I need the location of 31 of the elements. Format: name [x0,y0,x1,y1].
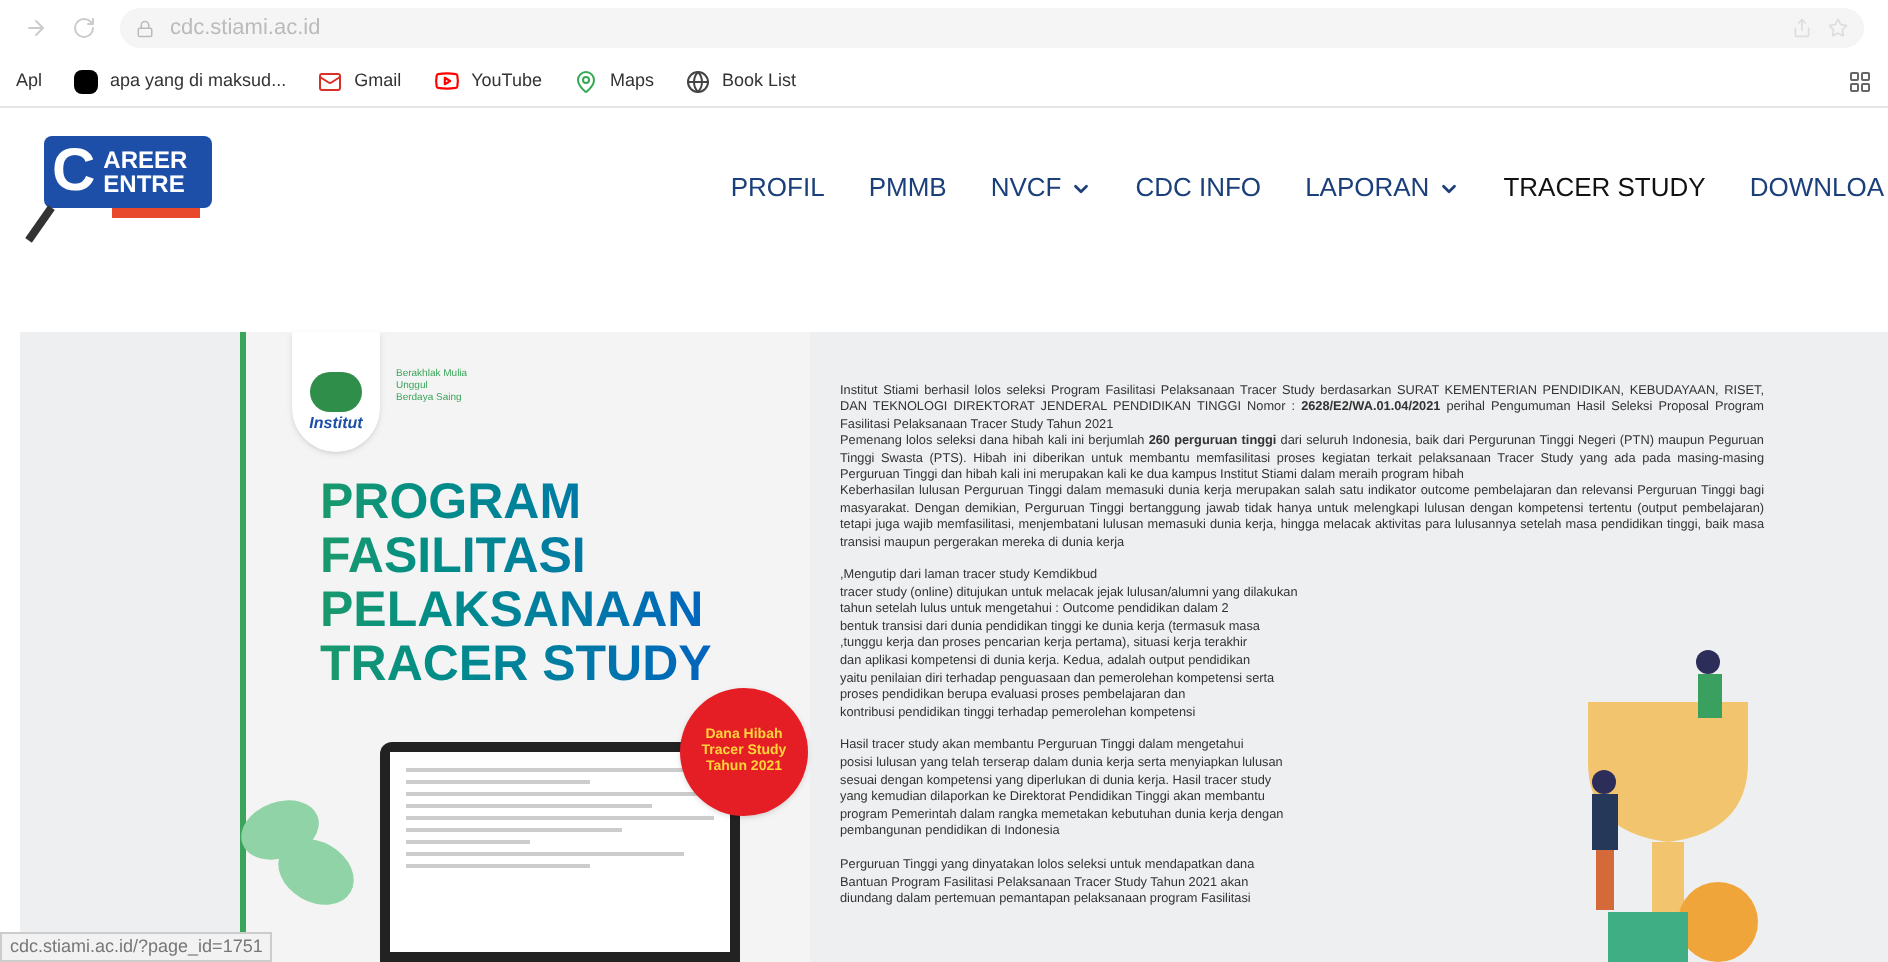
forward-icon[interactable] [24,16,48,40]
nav-link[interactable]: TRACER STUDY [1503,168,1706,208]
globe-icon [685,69,710,93]
bookmark-link[interactable]: YouTube [433,67,542,95]
logo-letter: C [52,142,96,202]
url-text: cdc.stiami.ac.id [170,13,321,44]
bookmark-link[interactable]: Gmail [318,67,402,95]
mail-icon [318,69,343,93]
nav-link[interactable]: LAPORAN [1305,168,1460,208]
page-icon [74,69,99,93]
bookmark-link[interactable]: apa yang di maksud... [74,67,287,95]
lock-icon [136,19,154,37]
play-icon [433,68,460,94]
star-icon[interactable] [1828,18,1848,38]
share-icon[interactable] [1792,18,1812,38]
nav-link[interactable]: CDC INFO [1135,168,1262,208]
logo-text: AREER [103,148,188,172]
globe-emblem-icon [310,372,362,412]
institute-logo-text: Institut [309,412,363,436]
nav-link[interactable]: PROFIL [730,168,825,208]
bookmark-link[interactable]: Book List [685,67,797,95]
reload-icon[interactable] [72,16,96,40]
bookmark-link[interactable]: Apl [16,67,43,95]
status-bar-url: cdc.stiami.ac.id/?page_id=1751 [0,931,273,962]
nav-link[interactable]: NVCF [990,168,1092,208]
nav-link[interactable]: PMMB [868,168,947,208]
bookmark-link[interactable]: Maps [573,67,654,95]
logo-text: ENTRE [103,172,187,196]
nav-link[interactable]: DOWNLOA [1749,168,1884,208]
map-pin-icon [573,69,598,93]
reading-list-icon[interactable] [1848,69,1872,93]
